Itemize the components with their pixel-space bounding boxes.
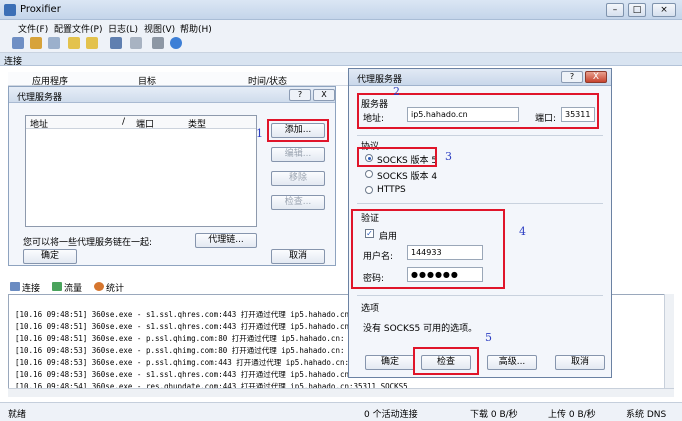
chain-hint: 您可以将一些代理服务链在一起: — [23, 238, 153, 248]
dialog-close-button[interactable]: X — [313, 89, 335, 101]
window-title: Proxifier — [20, 4, 61, 15]
status-dns: 系统 DNS — [626, 410, 667, 420]
close-window-button[interactable]: × — [652, 3, 676, 17]
log-line: [10.16 09:48:53] 360se.exe - p.ssl.qhimg… — [15, 358, 349, 367]
dialog-title-bar: 代理服务器 ? X — [9, 87, 335, 103]
help-icon[interactable] — [170, 37, 182, 49]
maximize-button[interactable]: □ — [628, 3, 646, 17]
title-bar: Proxifier – □ × — [0, 0, 682, 20]
status-bar: 就绪 0 个活动连接 下载 0 B/秒 上传 0 B/秒 系统 DNS — [0, 402, 682, 421]
dialog-help-button[interactable]: ? — [561, 71, 583, 83]
advanced-button[interactable]: 高级... — [487, 355, 537, 370]
annotation-1: 1 — [256, 127, 263, 140]
proxy-servers-dialog: 代理服务器 ? X 地址 / 端口 类型 添加... 编辑... 移除 检查..… — [8, 86, 336, 266]
socks4-radio[interactable] — [365, 170, 373, 178]
edit-button[interactable]: 编辑... — [271, 147, 325, 162]
annotation-box-2 — [357, 93, 599, 129]
col-port[interactable]: 端口 — [136, 117, 154, 130]
status-download: 下载 0 B/秒 — [470, 410, 518, 420]
check-proxy-button[interactable]: 检查... — [271, 195, 325, 210]
options-group-label: 选项 — [361, 304, 380, 314]
log-horizontal-scrollbar[interactable] — [8, 388, 674, 397]
connections-column-header: 应用程序 目标 时间/状态 — [8, 72, 358, 87]
status-upload: 上传 0 B/秒 — [548, 410, 596, 420]
connections-tab-icon — [10, 282, 20, 291]
divider — [357, 135, 603, 136]
proxy-chains-button[interactable]: 代理链... — [195, 233, 257, 248]
menu-bar: 文件(F) 配置文件(P) 日志(L) 视图(V) 帮助(H) — [0, 20, 682, 35]
tab-traffic[interactable]: 流量 — [64, 281, 82, 294]
log-line: [10.16 09:48:51] 360se.exe - s1.ssl.qhre… — [15, 322, 354, 331]
dialog-title-bar: 代理服务器 ? X — [349, 69, 611, 86]
remove-button[interactable]: 移除 — [271, 171, 325, 186]
status-active-connections: 0 个活动连接 — [364, 410, 418, 420]
clear-log-icon[interactable] — [130, 37, 142, 49]
list-header: 地址 / 端口 类型 — [26, 116, 256, 130]
menu-profile[interactable]: 配置文件(P) — [54, 22, 102, 35]
options-text: 没有 SOCKS5 可用的选项。 — [363, 324, 478, 334]
bottom-tabs: 连接 流量 统计 — [8, 280, 348, 294]
menu-help[interactable]: 帮助(H) — [180, 22, 212, 35]
cancel-button[interactable]: 取消 — [271, 249, 325, 264]
annotation-3: 3 — [445, 150, 452, 163]
save-icon[interactable] — [110, 37, 122, 49]
log-line: [10.16 09:48:51] 360se.exe - p.ssl.qhimg… — [15, 334, 345, 343]
connections-pane-header: 连接 — [0, 53, 682, 67]
col-divider: / — [122, 117, 126, 127]
dialog-title: 代理服务器 — [357, 75, 403, 85]
menu-view[interactable]: 视图(V) — [144, 22, 175, 35]
connections-label: 连接 — [4, 57, 23, 67]
toolbar — [0, 35, 682, 53]
log-line: [10.16 09:48:51] 360se.exe - s1.ssl.qhre… — [15, 310, 354, 319]
profile-menu-icon[interactable] — [86, 37, 98, 49]
annotation-5: 5 — [485, 331, 492, 344]
annotation-2: 2 — [393, 85, 400, 98]
annotation-box-3 — [357, 147, 437, 167]
dialog-title: 代理服务器 — [17, 93, 63, 103]
log-line: [10.16 09:48:53] 360se.exe - s1.ssl.qhre… — [15, 370, 354, 379]
ok-button[interactable]: 确定 — [23, 249, 77, 264]
statistics-tab-icon — [94, 282, 104, 291]
status-ready: 就绪 — [8, 410, 27, 420]
dialog-help-button[interactable]: ? — [289, 89, 311, 101]
tab-connections[interactable]: 连接 — [22, 281, 40, 294]
menu-log[interactable]: 日志(L) — [108, 22, 138, 35]
annotation-4: 4 — [519, 225, 526, 238]
divider — [357, 295, 603, 296]
annotation-box-1 — [267, 119, 329, 142]
cancel-button[interactable]: 取消 — [555, 355, 605, 370]
proxification-rules-icon[interactable] — [30, 37, 42, 49]
annotation-box-5 — [413, 347, 479, 375]
tab-statistics[interactable]: 统计 — [106, 281, 124, 294]
name-resolution-icon[interactable] — [48, 37, 60, 49]
log-vertical-scrollbar[interactable] — [664, 294, 674, 388]
menu-file[interactable]: 文件(F) — [18, 22, 48, 35]
https-radio[interactable] — [365, 186, 373, 194]
app-logo-icon — [4, 4, 16, 16]
print-icon[interactable] — [152, 37, 164, 49]
divider — [357, 203, 603, 204]
minimize-button[interactable]: – — [606, 3, 624, 17]
col-type[interactable]: 类型 — [188, 117, 206, 130]
dialog-close-button[interactable]: X — [585, 71, 607, 83]
annotation-box-4 — [351, 209, 505, 289]
traffic-tab-icon — [52, 282, 62, 291]
proxy-server-list[interactable]: 地址 / 端口 类型 — [25, 115, 257, 227]
col-address[interactable]: 地址 — [30, 117, 48, 130]
open-profile-icon[interactable] — [68, 37, 80, 49]
proxy-server-dialog: 代理服务器 ? X 服务器 地址: ip5.hahado.cn 端口: 3531… — [348, 68, 612, 378]
log-line: [10.16 09:48:53] 360se.exe - p.ssl.qhimg… — [15, 346, 345, 355]
socks4-label[interactable]: SOCKS 版本 4 — [377, 169, 437, 182]
ok-button[interactable]: 确定 — [365, 355, 415, 370]
https-label[interactable]: HTTPS — [377, 185, 406, 195]
proxy-servers-icon[interactable] — [12, 37, 24, 49]
